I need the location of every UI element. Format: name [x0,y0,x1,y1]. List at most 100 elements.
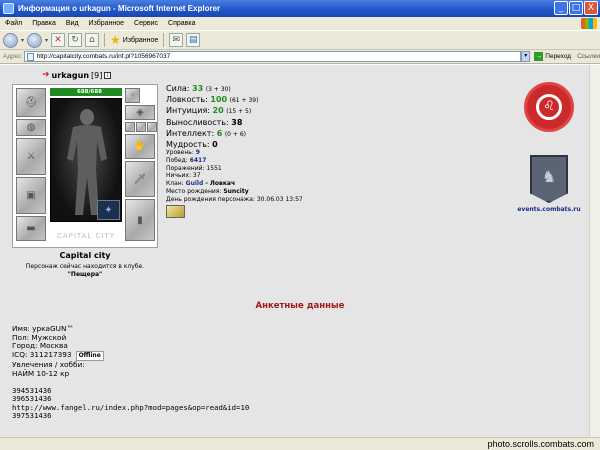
back-icon[interactable]: ‹ [3,32,18,48]
address-bar: Адрес http://capitalcity.combats.ru/inf.… [0,50,600,64]
gloves-slot[interactable]: ✋ [125,134,155,159]
forward-icon[interactable]: › [27,32,43,48]
profile-line: 397531436 [12,411,52,421]
menu-tools[interactable]: Сервис [129,20,163,27]
capital-city-logo: CAPITAL CITY [56,232,116,240]
go-button[interactable]: → Переход [534,52,571,61]
status-bar: photo.scrolls.combats.com [0,437,600,450]
toolbar: ‹ ▾ › ▾ ✕ ↻ ⌂ ★ Избранное ✉ ▤ [0,30,600,50]
stats-list: Сила: 33 (3 + 30) Ловкость: 100 (61 + 39… [166,84,258,151]
info-birthplace: Место рождения: Suncity [166,187,249,195]
sword-icon: ⚔ [26,151,36,162]
favorites-button[interactable]: ★ Избранное [110,33,158,47]
address-dropdown-icon[interactable]: ▾ [521,51,531,62]
location-text: Персонаж сейчас находится в клубе. [25,263,145,270]
events-banner-icon[interactable]: ♞ [530,155,568,203]
ring-slot-3[interactable] [147,122,157,132]
offhand-slot[interactable]: 🗡 [125,161,155,197]
menu-file[interactable]: Файл [0,20,27,27]
clan-link[interactable]: Guild [186,180,204,187]
toolbar-separator [104,33,106,47]
go-label: Переход [545,53,572,60]
address-url: http://capitalcity.combats.ru/inf.pl?105… [36,53,171,60]
info-draws: Ничьих: 37 [166,172,201,180]
menu-bar: Файл Правка Вид Избранное Сервис Справка [0,17,600,30]
earring-slot[interactable]: ◦ [125,88,140,103]
stat-endurance: Выносливость: 38 [166,117,243,127]
city-name: Capital city [59,251,111,260]
section-title: Анкетные данные [255,301,345,311]
belt-icon: ▬ [26,223,36,234]
ring-slot-2[interactable] [136,122,146,132]
links-button[interactable]: Ссылки [577,53,600,60]
pet-slot[interactable]: ✦ [97,200,120,220]
address-label: Адрес [3,53,22,60]
dagger-icon: 🗡 [133,173,147,185]
stat-agility: Ловкость: 100 (61 + 39) [166,95,259,105]
windows-logo-icon [581,18,597,29]
stop-icon[interactable]: ✕ [51,33,66,47]
stat-strength: Сила: 33 (3 + 30) [166,84,231,93]
ie-app-icon [3,3,14,14]
media-icon[interactable]: ▤ [186,33,201,47]
go-arrow-icon: → [534,52,544,61]
info-icon[interactable]: i [104,71,112,79]
address-input[interactable]: http://capitalcity.combats.ru/inf.pl?105… [23,51,522,62]
armor-icon: ▣ [26,190,36,201]
menu-help[interactable]: Справка [163,20,200,27]
maximize-button[interactable]: □ [569,1,583,15]
page-icon [26,52,34,61]
club-name: "Пещера" [67,271,103,278]
clan-emblem-icon[interactable]: ♌ [524,82,574,132]
helmet-slot[interactable]: ⛑ [16,88,46,117]
info-losses: Поражений: 1551 [166,164,222,172]
info-level: Уровень: 9 [166,149,200,156]
menu-edit[interactable]: Правка [27,20,61,27]
character-nick: urkagun [51,70,90,80]
favorites-label: Избранное [122,36,159,44]
menu-view[interactable]: Вид [61,20,84,27]
info-clan: Клан: Guild - Ловкач [166,180,236,188]
home-icon[interactable]: ⌂ [85,33,100,47]
info-wins: Побед: 6417 [166,156,207,164]
lion-icon: ♌ [536,94,562,120]
dragon-icon: ♞ [541,167,557,186]
window-title: Информация о urkagun - Microsoft Interne… [18,4,221,13]
questionnaire: Имя: уркаGUN™ Пол: Мужской Город: Москва… [12,324,249,421]
earring-icon: ◦ [129,90,136,101]
toolbar-separator [163,33,165,47]
private-message-icon[interactable]: ➜ [42,70,50,80]
refresh-icon[interactable]: ↻ [68,33,83,47]
ring-slot-1[interactable] [125,122,135,132]
vertical-scrollbar[interactable] [589,65,600,437]
weapon-slot[interactable]: ⚔ [16,138,46,175]
gloves-icon: ✋ [133,141,147,152]
menu-favorites[interactable]: Избранное [84,20,129,27]
hp-bar: 688/688 [50,88,122,96]
back-dropdown-icon[interactable]: ▾ [21,37,24,44]
close-button[interactable]: X [584,1,598,15]
stat-intellect: Интеллект: 6 (0 + 6) [166,128,246,138]
gift-item-icon[interactable] [166,205,185,218]
character-info: Уровень: 9 Побед: 6417 Поражений: 1551 Н… [166,149,303,204]
mail-icon[interactable]: ✉ [169,33,184,47]
minimize-button[interactable]: _ [554,1,568,15]
character-level-badge: [9] [91,70,103,80]
stat-intuition: Интуиция: 20 (15 + 5) [166,106,252,116]
boots-slot[interactable]: ▮ [125,199,155,241]
events-link[interactable]: events.combats.ru [514,206,584,213]
amulet-slot[interactable]: ◈ [125,105,155,120]
bracers-icon: ◍ [26,122,36,133]
bracers-slot[interactable]: ◍ [16,119,46,136]
armor-slot[interactable]: ▣ [16,177,46,214]
helmet-icon: ⛑ [24,97,38,108]
forward-dropdown-icon[interactable]: ▾ [45,37,48,44]
boots-icon: ▮ [137,214,143,226]
character-nick-row: ➜ urkagun [9] i [42,70,112,80]
info-birthday: День рождения персонажа: 30.06.03 13:57 [166,195,303,203]
character-equipment-panel: ⛑ ◍ ⚔ ▣ ▬ ◦ ◈ ✋ 🗡 ▮ 688/688 ✦ CAPITAL CI… [12,84,158,248]
title-bar: Информация о urkagun - Microsoft Interne… [0,0,600,17]
belt-slot[interactable]: ▬ [16,216,46,241]
amulet-icon: ◈ [136,107,144,118]
watermark-text: photo.scrolls.combats.com [487,439,594,449]
